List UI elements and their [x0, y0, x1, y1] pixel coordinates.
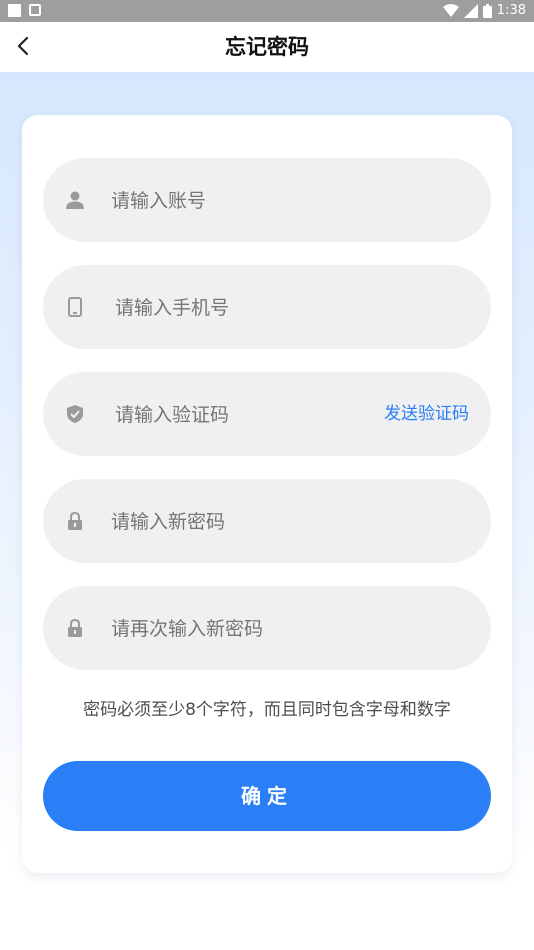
code-input[interactable]: [113, 372, 377, 458]
confirm-password-input[interactable]: [109, 586, 373, 672]
send-code-button[interactable]: 发送验证码: [384, 372, 469, 456]
lock-icon: [68, 511, 82, 530]
back-arrow-icon: [17, 36, 29, 56]
shield-icon: [67, 405, 83, 423]
notification-icon: [8, 4, 21, 17]
phone-field[interactable]: [43, 265, 491, 351]
lock-icon: [68, 618, 82, 637]
confirm-password-field[interactable]: [43, 586, 491, 672]
code-field[interactable]: 发送验证码: [43, 372, 491, 458]
status-time: 1:38: [496, 3, 526, 18]
back-button[interactable]: [8, 31, 38, 61]
signal-icon: [463, 3, 478, 18]
notification-a-icon: [29, 4, 41, 16]
account-input[interactable]: [109, 158, 373, 244]
person-icon: [66, 191, 84, 209]
app-bar: 忘记密码: [0, 22, 534, 72]
form-card: 发送验证码 密码必须至少8个字符，而且同时包含字母和数字 确定: [22, 115, 512, 873]
battery-icon: [482, 3, 492, 18]
confirm-button[interactable]: 确定: [43, 761, 491, 831]
wifi-icon: [442, 3, 459, 17]
new-password-input[interactable]: [109, 479, 373, 565]
status-bar: 1:38: [0, 0, 534, 22]
new-password-field[interactable]: [43, 479, 491, 565]
password-hint: 密码必须至少8个字符，而且同时包含字母和数字: [83, 700, 451, 720]
phone-input[interactable]: [113, 265, 377, 351]
account-field[interactable]: [43, 158, 491, 244]
page-title: 忘记密码: [225, 35, 309, 59]
phone-icon: [68, 297, 82, 317]
